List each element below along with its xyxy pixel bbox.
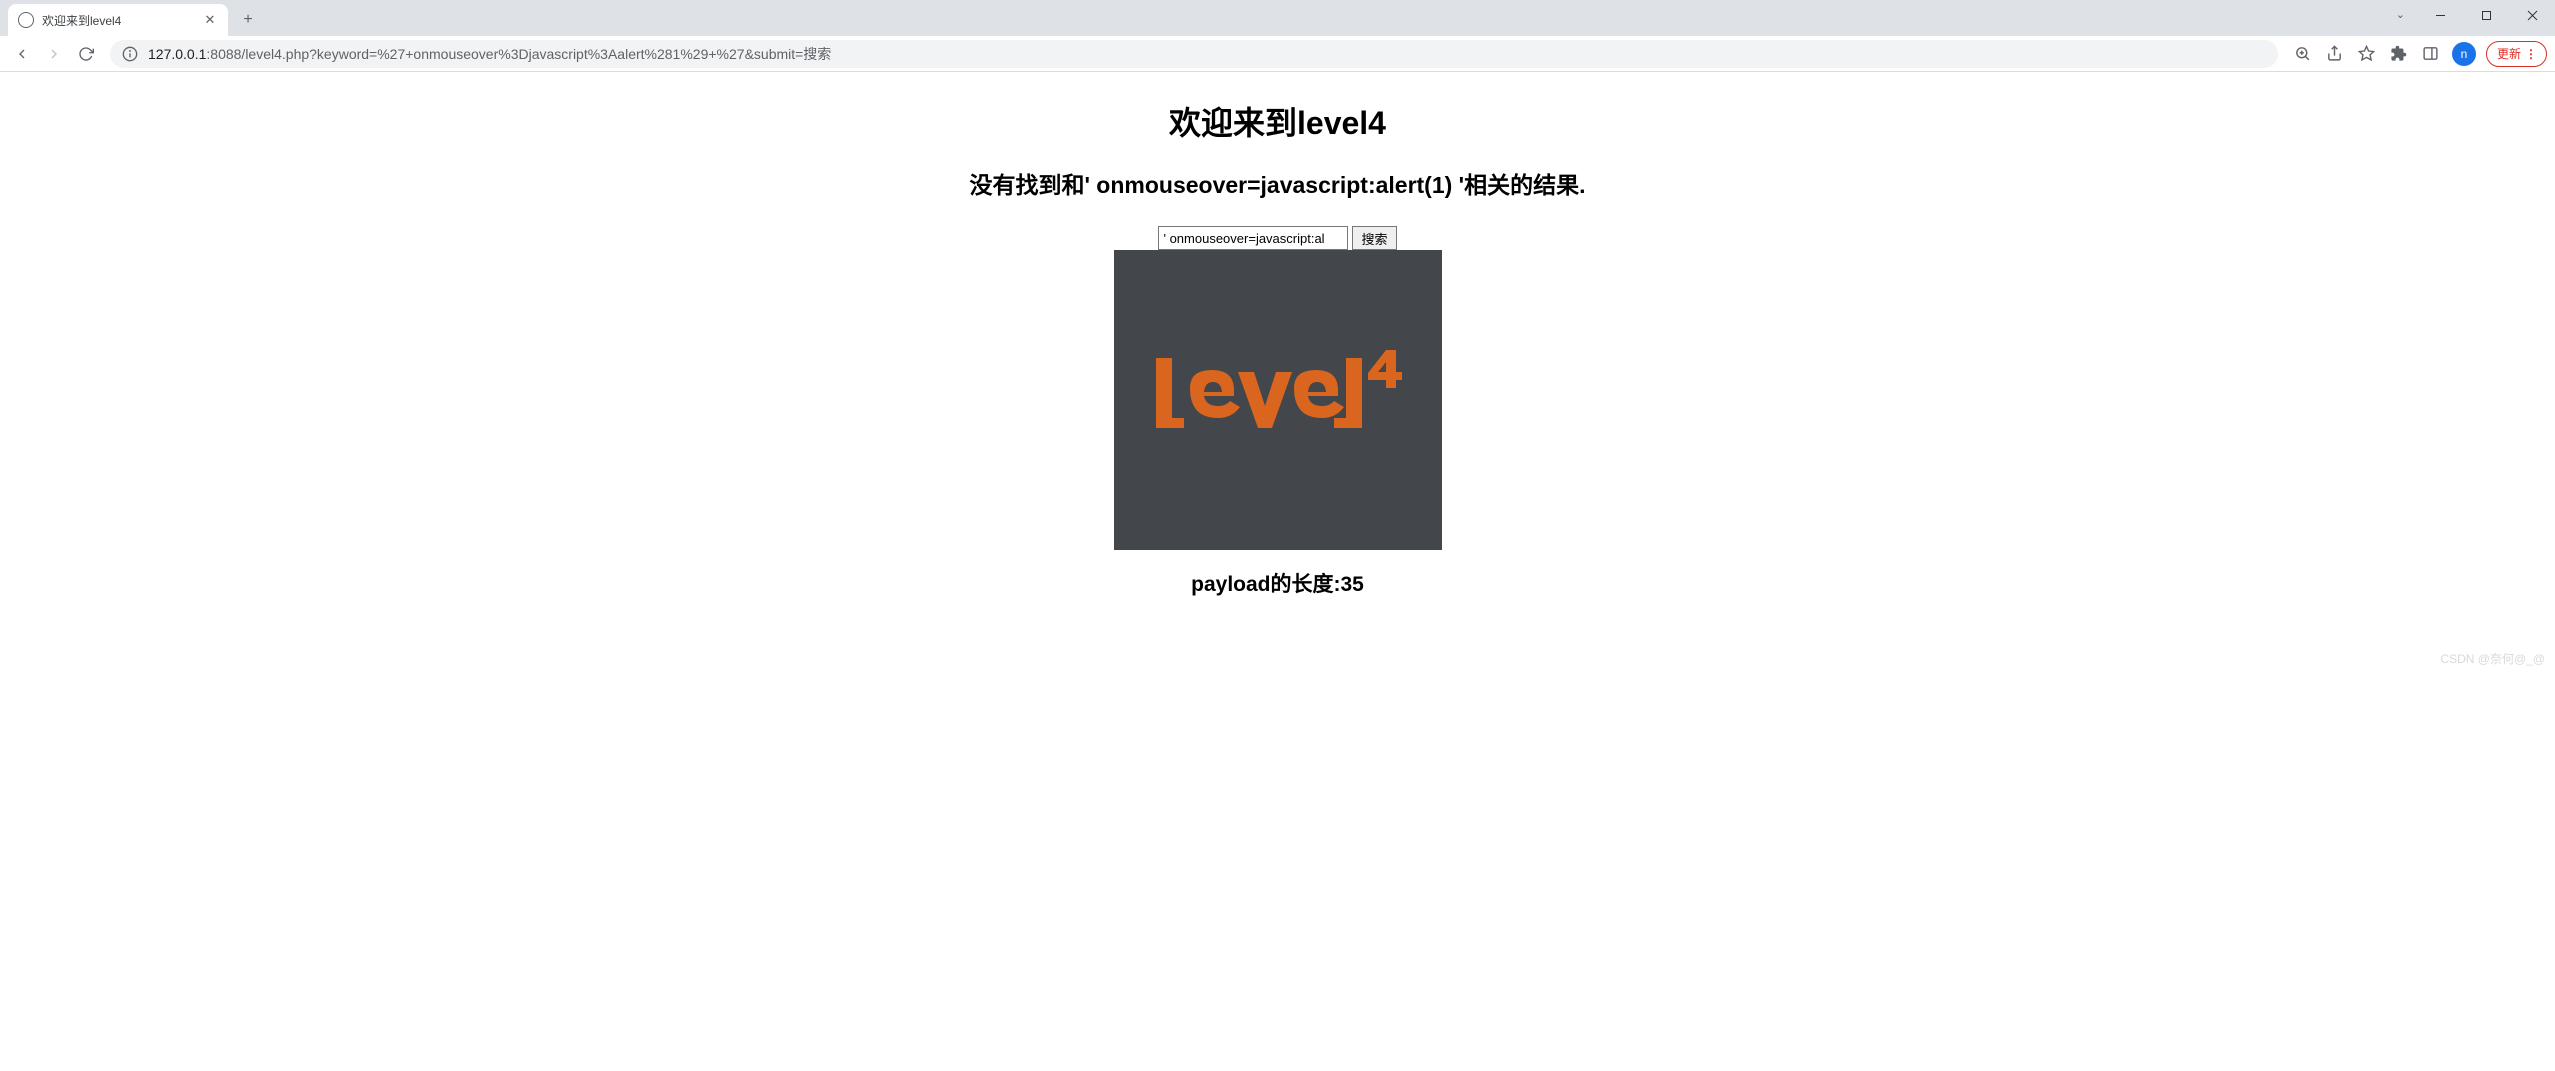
submit-button[interactable]: 搜索 <box>1352 226 1396 250</box>
result-suffix: 相关的结果. <box>1464 172 1585 198</box>
menu-dots-icon: ⋮ <box>2525 47 2536 61</box>
window-close-button[interactable] <box>2509 0 2555 30</box>
reload-button[interactable] <box>72 40 100 68</box>
new-tab-button[interactable]: + <box>234 6 262 34</box>
keyword-input[interactable] <box>1158 226 1348 250</box>
result-message: 没有找到和' onmouseover=javascript:alert(1) '… <box>0 166 2555 200</box>
extensions-icon[interactable] <box>2384 40 2414 68</box>
result-prefix: 没有找到和 <box>969 172 1084 198</box>
tab-strip: 欢迎来到level4 ✕ + <box>0 0 262 36</box>
payload-length-value: 35 <box>1341 573 1364 596</box>
url-path: :8088/level4.php?keyword=%27+onmouseover… <box>206 46 831 62</box>
profile-avatar[interactable]: n <box>2452 42 2476 66</box>
tab-active[interactable]: 欢迎来到level4 ✕ <box>8 4 228 36</box>
result-payload: ' onmouseover=javascript:alert(1) ' <box>1084 172 1464 198</box>
update-label: 更新 <box>2497 45 2521 62</box>
toolbar-right: n 更新 ⋮ <box>2288 40 2547 68</box>
page-content: 欢迎来到level4 没有找到和' onmouseover=javascript… <box>0 72 2555 671</box>
toolbar: 127.0.0.1:8088/level4.php?keyword=%27+on… <box>0 36 2555 72</box>
globe-icon <box>18 12 34 28</box>
chevron-down-icon[interactable]: ⌄ <box>2396 8 2405 21</box>
share-icon[interactable] <box>2320 40 2350 68</box>
watermark: CSDN @奈何@_@ <box>2440 650 2545 667</box>
close-icon[interactable]: ✕ <box>202 12 218 28</box>
level4-logo <box>1148 340 1408 460</box>
level-image <box>1114 250 1442 550</box>
search-form: 搜索 <box>0 226 2555 250</box>
side-panel-icon[interactable] <box>2416 40 2446 68</box>
address-bar[interactable]: 127.0.0.1:8088/level4.php?keyword=%27+on… <box>110 40 2278 68</box>
page-title: 欢迎来到level4 <box>0 98 2555 144</box>
forward-button[interactable] <box>40 40 68 68</box>
titlebar: 欢迎来到level4 ✕ + ⌄ <box>0 0 2555 36</box>
window-controls <box>2417 0 2555 30</box>
maximize-button[interactable] <box>2463 0 2509 30</box>
back-button[interactable] <box>8 40 36 68</box>
url-text: 127.0.0.1:8088/level4.php?keyword=%27+on… <box>148 44 2266 64</box>
payload-length-line: payload的长度:35 <box>0 568 2555 598</box>
url-host: 127.0.0.1 <box>148 46 206 62</box>
minimize-button[interactable] <box>2417 0 2463 30</box>
update-button[interactable]: 更新 ⋮ <box>2486 41 2547 67</box>
site-info-icon <box>122 46 138 62</box>
tab-title: 欢迎来到level4 <box>42 12 194 29</box>
zoom-icon[interactable] <box>2288 40 2318 68</box>
payload-label: payload的长度: <box>1191 573 1340 596</box>
bookmark-star-icon[interactable] <box>2352 40 2382 68</box>
